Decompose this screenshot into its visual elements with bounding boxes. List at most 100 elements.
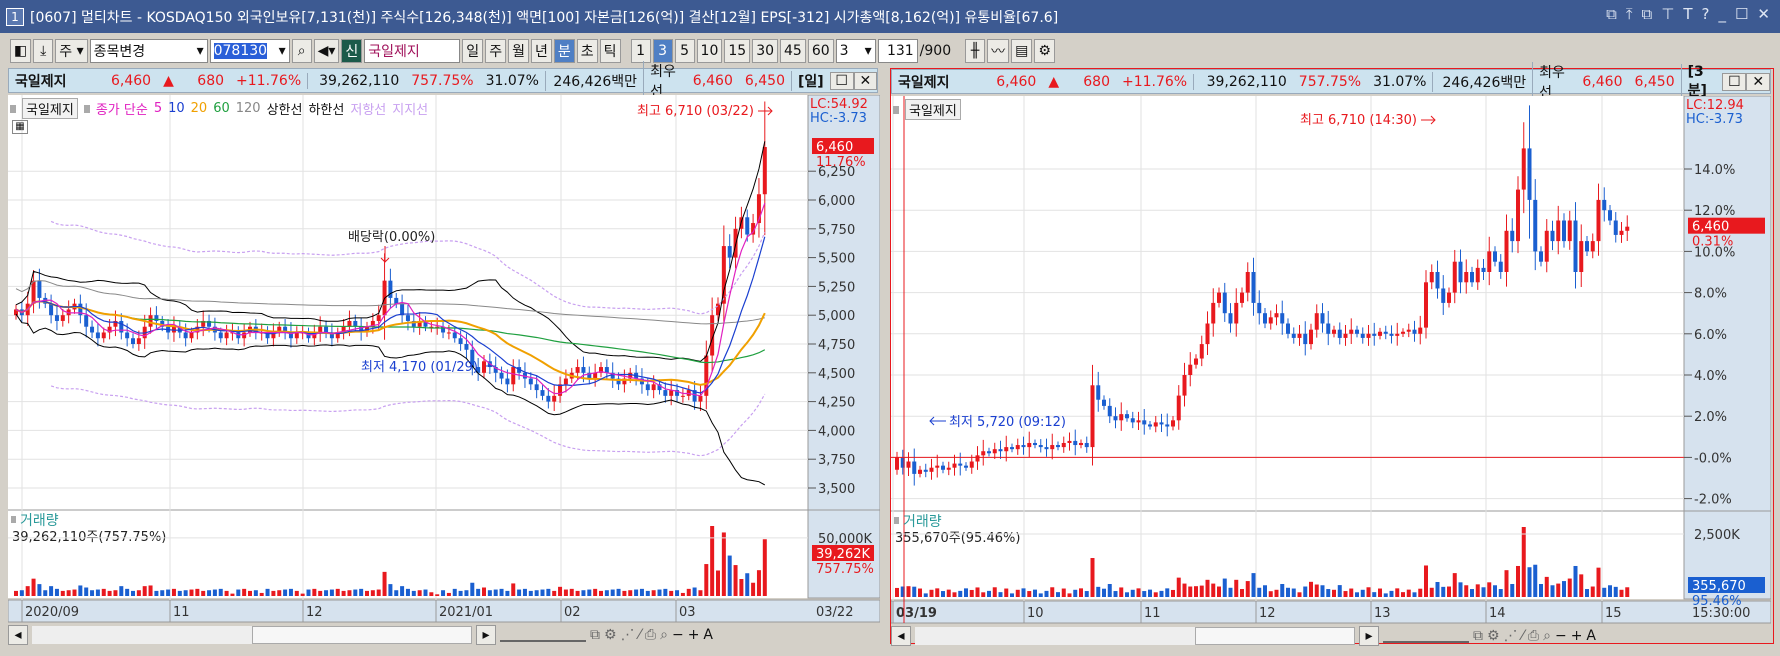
legend-ma-20[interactable]: 20 [191,101,208,116]
close-button[interactable]: ✕ [1757,5,1770,23]
magnifier-icon[interactable]: ⌕ [660,627,668,643]
high-price-note: 최고 6,710 (03/22) [637,104,754,119]
close-chart-button[interactable]: ✕ [1746,72,1770,91]
scrollbar-thumb[interactable] [252,626,472,644]
legend-price-type[interactable]: 종가 단순 [96,99,148,118]
scroll-right-button[interactable]: ▸ [476,625,496,645]
interval-tab[interactable]: 15 [724,39,751,63]
maximize-button[interactable]: ☐ [1735,5,1748,23]
stock-code-input[interactable]: 078130 ▾ [209,39,290,63]
draw-icon[interactable]: ⁄ [639,627,641,643]
settings-icon[interactable]: ⚙ [1487,628,1500,644]
copy-window-icon[interactable]: ⧉ [1642,5,1653,23]
legend-ma-10[interactable]: 10 [168,101,185,116]
print-icon[interactable]: ⎙ [1528,628,1539,644]
save-icon[interactable]: ▤ [1011,39,1033,63]
window-controls: ⧉ ⤒ ⧉ ⊤ T ? _ ☐ ✕ [1606,5,1770,23]
indicator-icon[interactable]: ⋰ [1504,628,1518,644]
copy-icon[interactable]: ⧉ [1473,628,1483,644]
interval-tab[interactable]: 5 [674,39,695,63]
legend-stock-name[interactable]: 국일제지 [22,98,78,119]
interval-tab[interactable]: 60 [807,39,834,63]
plot-area [8,95,808,598]
legend-upper-band[interactable]: 상한선 [267,99,303,118]
lc-label: LC:54.92 [810,97,868,112]
download-icon[interactable]: ⤓ [33,39,54,63]
period-tabs: 일주월년분초틱 [462,39,621,63]
up-arrow-icon: ▲ [163,72,174,89]
legend-ma-120[interactable]: 120 [236,101,261,116]
chart-canvas[interactable]: 6,2506,0005,7505,5005,2505,0004,7504,500… [8,95,880,625]
period-tab[interactable]: 초 [576,39,598,63]
volume-bar [575,590,580,596]
draw-icon[interactable]: ⁄ [1522,628,1524,644]
interval-tabs: 1 3 5 10 15 30 45 60 [630,39,834,63]
legend-support[interactable]: 지지선 [392,99,428,118]
period-tab[interactable]: 년 [530,39,552,63]
interval-input[interactable]: 3 ▾ [835,39,876,63]
indicator-add-icon[interactable]: 〰 [987,39,1010,63]
stock-name-field[interactable]: 국일제지 [364,39,461,63]
close-chart-button[interactable]: ✕ [853,71,877,90]
chart-canvas[interactable]: 14.0%12.0%10.0%8.0%6.0%4.0%2.0%-0.0%-2.0… [891,96,1771,626]
volume-bar [212,589,217,596]
zoom-in-button[interactable]: + [1571,628,1583,644]
top-icon[interactable]: ⤒ [1626,5,1633,23]
minimize-button[interactable]: _ [1718,5,1726,23]
search-icon[interactable]: ⌕ [291,39,312,63]
period-tab[interactable]: 주 [485,39,507,63]
auto-scale-button[interactable]: A [1586,628,1596,644]
interval-tab[interactable]: 30 [752,39,779,63]
horizontal-scrollbar[interactable] [32,626,472,644]
interval-tab[interactable]: 1 [630,39,651,63]
interval-tab[interactable]: 10 [696,39,723,63]
period-tab[interactable]: 분 [553,39,575,63]
magnifier-icon[interactable]: ⌕ [1543,628,1551,644]
restore-icon[interactable]: ⧉ [1606,5,1617,23]
copy-icon[interactable]: ⧉ [590,627,600,643]
zoom-slider[interactable] [500,628,586,642]
auto-scale-button[interactable]: A [703,627,713,643]
legend-ma-5[interactable]: 5 [154,101,162,116]
maximize-chart-button[interactable]: ☐ [1722,72,1747,91]
volume-bar [762,539,767,596]
font-icon[interactable]: T [1683,5,1692,23]
interval-tab[interactable]: 3 [652,39,673,63]
market-select[interactable]: 주 ▾ [55,39,88,63]
stock-change-select[interactable]: 종목변경 ▾ [89,39,208,63]
help-icon[interactable]: ? [1702,5,1710,23]
horizontal-scrollbar[interactable] [915,627,1355,645]
candle-type-icon[interactable]: ╫ [965,39,986,63]
gear-icon[interactable]: ⚙ [1034,39,1055,63]
zoom-slider[interactable] [1383,629,1469,643]
zoom-in-button[interactable]: + [688,627,700,643]
legend-resistance[interactable]: 저항선 [350,99,386,118]
new-badge[interactable]: 신 [341,39,363,63]
scrollbar-thumb[interactable] [1195,627,1355,645]
legend-ma-60[interactable]: 60 [213,101,230,116]
period-tab[interactable]: 틱 [599,39,621,63]
settings-icon[interactable]: ⚙ [604,627,617,643]
layout-icon[interactable]: ◧ [10,39,32,63]
maximize-chart-button[interactable]: ☐ [829,71,854,90]
count-input[interactable]: 131 [877,39,918,63]
period-tab[interactable]: 월 [508,39,529,63]
volume-bar [1401,592,1405,597]
scroll-left-button[interactable]: ◂ [8,625,28,645]
zoom-out-button[interactable]: − [1555,628,1567,644]
grid-table-icon[interactable]: ▦ [12,120,28,134]
indicator-icon[interactable]: ⋰ [621,627,635,643]
scroll-left-button[interactable]: ◂ [891,626,911,646]
scroll-right-button[interactable]: ▸ [1359,626,1379,646]
legend-lower-band[interactable]: 하한선 [308,99,344,118]
pin-icon[interactable]: ⊤ [1661,5,1674,23]
volume-bar [895,587,899,597]
speaker-icon[interactable]: ◀▾ [313,39,340,63]
print-icon[interactable]: ⎙ [645,627,656,643]
period-tab[interactable]: 일 [462,39,484,63]
legend-stock-name[interactable]: 국일제지 [905,99,961,120]
volume-bar [66,590,71,596]
zoom-out-button[interactable]: − [672,627,684,643]
volume-bar [359,588,364,596]
interval-tab[interactable]: 45 [780,39,806,63]
